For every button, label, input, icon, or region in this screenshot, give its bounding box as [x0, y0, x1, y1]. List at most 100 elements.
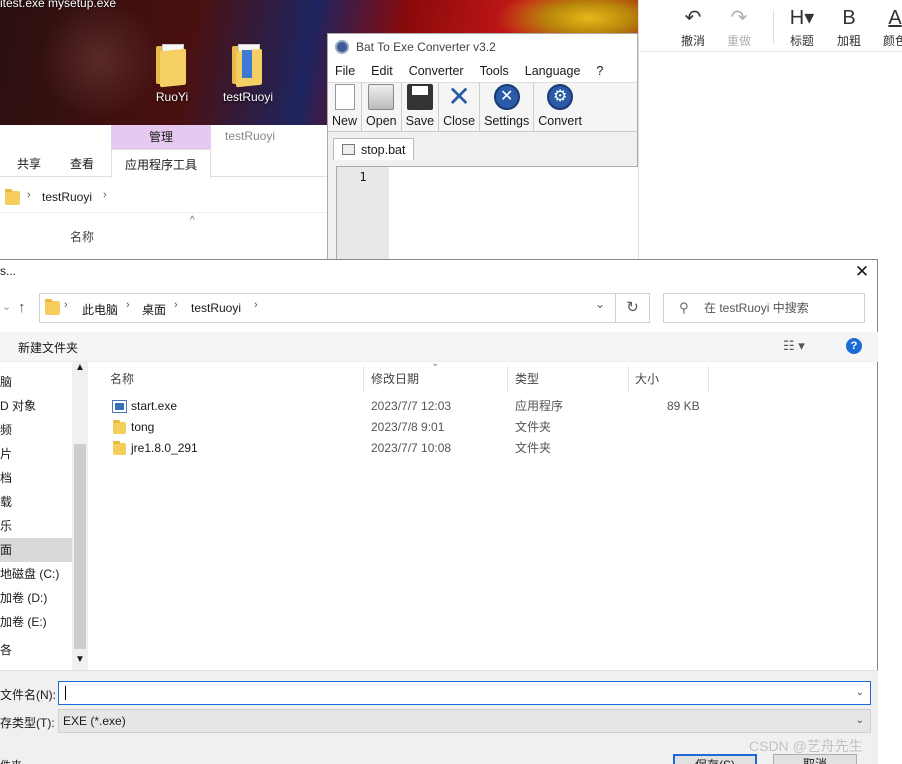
- toolbar: New Open Save ✕ Close ✕ Settings ⚙ Convert: [328, 82, 637, 132]
- redo-button[interactable]: ↷ 重做: [717, 6, 761, 49]
- column-header-type[interactable]: 类型: [509, 366, 629, 392]
- menu-tools[interactable]: Tools: [480, 64, 509, 78]
- menu-bar: File Edit Converter Tools Language ?: [328, 60, 637, 82]
- address-bar[interactable]: › 此电脑 › 桌面 › testRuoyi › ⌄: [39, 293, 616, 323]
- button-label: New: [332, 114, 358, 128]
- filename-input[interactable]: ⌄: [58, 681, 871, 705]
- exe-icon: [112, 400, 127, 413]
- heading-icon: H▾: [789, 7, 815, 29]
- nav-item-documents[interactable]: 档: [0, 466, 72, 490]
- column-header-name[interactable]: 名称: [104, 366, 364, 392]
- markdown-editor: ↶ 撤消 ↷ 重做 H▾ 标题 B 加粗 A 颜色: [638, 0, 902, 262]
- undo-button[interactable]: ↶ 撤消: [671, 6, 715, 49]
- heading-button[interactable]: H▾ 标题: [780, 6, 824, 49]
- save-button[interactable]: 保存(S): [673, 754, 757, 764]
- nav-item-network[interactable]: 各: [0, 638, 72, 662]
- breadcrumb-item[interactable]: 此电脑: [82, 301, 118, 318]
- chevron-down-icon[interactable]: ⌄: [856, 710, 864, 732]
- file-row[interactable]: tong 2023/7/8 9:01 文件夹: [104, 417, 864, 438]
- nav-item-3d-objects[interactable]: D 对象: [0, 394, 72, 418]
- column-header-name[interactable]: 名称: [70, 228, 94, 245]
- nav-item-pictures[interactable]: 片: [0, 442, 72, 466]
- nav-item-drive-d[interactable]: 加卷 (D:): [0, 586, 72, 610]
- nav-item-desktop[interactable]: 面: [0, 538, 72, 562]
- document-tabs: stop.bat: [328, 132, 637, 160]
- code-editor[interactable]: 1: [336, 166, 639, 261]
- search-input[interactable]: ⚲ 在 testRuoyi 中搜索: [663, 293, 865, 323]
- scroll-up-icon[interactable]: ▲: [75, 362, 85, 373]
- chevron-down-icon[interactable]: ⌄: [2, 300, 11, 313]
- nav-item-this-pc[interactable]: 脑: [0, 370, 72, 394]
- file-row[interactable]: jre1.8.0_291 2023/7/7 10:08 文件夹: [104, 438, 864, 459]
- desktop-icon-testruoyi[interactable]: testRuoyi: [218, 44, 278, 104]
- tab-app-tools[interactable]: 应用程序工具: [111, 149, 212, 178]
- convert-button[interactable]: ⚙ Convert: [534, 83, 586, 131]
- explorer-address-bar[interactable]: › testRuoyi ›: [0, 183, 328, 213]
- nav-item-drive-e[interactable]: 加卷 (E:): [0, 610, 72, 634]
- file-row[interactable]: start.exe 2023/7/7 12:03 应用程序 89 KB: [104, 396, 864, 417]
- scroll-down-icon[interactable]: ▼: [75, 654, 85, 665]
- nav-item-downloads[interactable]: 载: [0, 490, 72, 514]
- nav-item-music[interactable]: 乐: [0, 514, 72, 538]
- chevron-down-icon[interactable]: ⌄: [595, 297, 605, 311]
- gear-icon: ⚙: [547, 84, 574, 110]
- editor-toolbar: ↶ 撤消 ↷ 重做 H▾ 标题 B 加粗 A 颜色: [639, 0, 902, 52]
- breadcrumb-item[interactable]: 桌面: [142, 301, 166, 318]
- chevron-right-icon: ›: [174, 299, 178, 311]
- file-icon: [342, 144, 355, 155]
- save-disk-icon: [406, 84, 433, 110]
- new-button[interactable]: New: [328, 83, 363, 131]
- color-button[interactable]: A 颜色: [873, 6, 902, 49]
- ribbon-context-tab[interactable]: 管理: [111, 125, 211, 149]
- tab-share[interactable]: 共享: [17, 155, 41, 172]
- save-button[interactable]: Save: [402, 83, 440, 131]
- column-header-date[interactable]: 修改日期: [365, 366, 508, 392]
- close-button[interactable]: ✕ Close: [439, 83, 481, 131]
- breadcrumb-item[interactable]: testRuoyi: [191, 301, 241, 315]
- view-options-icon[interactable]: ☷ ▾: [783, 338, 805, 354]
- refresh-button[interactable]: ↻: [616, 293, 650, 323]
- breadcrumb-item[interactable]: testRuoyi: [42, 190, 92, 204]
- scrollbar-thumb[interactable]: [74, 444, 86, 649]
- file-type: 文件夹: [515, 441, 552, 455]
- filetype-label: 存类型(T):: [0, 716, 55, 730]
- up-arrow-icon[interactable]: ↑: [18, 299, 26, 316]
- filetype-select[interactable]: EXE (*.exe) ⌄: [58, 709, 871, 733]
- close-icon[interactable]: ✕: [852, 262, 872, 282]
- button-label: Convert: [538, 114, 583, 128]
- folder-icon: [45, 299, 60, 315]
- chevron-down-icon[interactable]: ⌄: [856, 682, 864, 704]
- menu-file[interactable]: File: [335, 64, 355, 78]
- button-label: 加粗: [836, 34, 861, 48]
- column-header-size[interactable]: 大小: [629, 366, 709, 392]
- menu-language[interactable]: Language: [525, 64, 581, 78]
- hide-folders-toggle[interactable]: 件夹: [0, 757, 22, 764]
- settings-button[interactable]: ✕ Settings: [480, 83, 535, 131]
- refresh-icon: ↻: [626, 299, 639, 316]
- redo-icon: ↷: [730, 7, 748, 29]
- menu-edit[interactable]: Edit: [371, 64, 393, 78]
- menu-converter[interactable]: Converter: [409, 64, 464, 78]
- dialog-footer: 文件名(N): ⌄ 存类型(T): EXE (*.exe) ⌄ 件夹 保存(S)…: [0, 670, 878, 764]
- menu-help[interactable]: ?: [596, 64, 603, 78]
- line-number: 1: [337, 167, 389, 260]
- tab-view[interactable]: 查看: [70, 155, 94, 172]
- bold-button[interactable]: B 加粗: [827, 6, 871, 49]
- button-label: Save: [405, 114, 435, 128]
- desktop-icon-ruoyi[interactable]: RuoYi: [142, 44, 202, 104]
- file-date: 2023/7/7 10:08: [371, 441, 452, 455]
- new-folder-button[interactable]: 新建文件夹: [18, 339, 78, 356]
- file-name: start.exe: [131, 399, 178, 413]
- chevron-right-icon: ›: [27, 189, 31, 201]
- nav-item-videos[interactable]: 频: [0, 418, 72, 442]
- navigation-pane: 脑 D 对象 频 片 档 载 乐 面 地磁盘 (C:) 加卷 (D:) 加卷 (…: [0, 362, 88, 670]
- open-button[interactable]: Open: [362, 83, 402, 131]
- search-placeholder: 在 testRuoyi 中搜索: [704, 301, 809, 315]
- button-label: 重做: [726, 34, 751, 48]
- help-icon[interactable]: ?: [846, 338, 862, 354]
- file-type: 应用程序: [515, 399, 564, 413]
- tab-stop-bat[interactable]: stop.bat: [333, 138, 415, 160]
- nav-item-drive-c[interactable]: 地磁盘 (C:): [0, 562, 72, 586]
- desktop-file-labels: itest.exe mysetup.exe: [0, 0, 117, 10]
- scrollbar[interactable]: ▲ ▼: [72, 362, 88, 670]
